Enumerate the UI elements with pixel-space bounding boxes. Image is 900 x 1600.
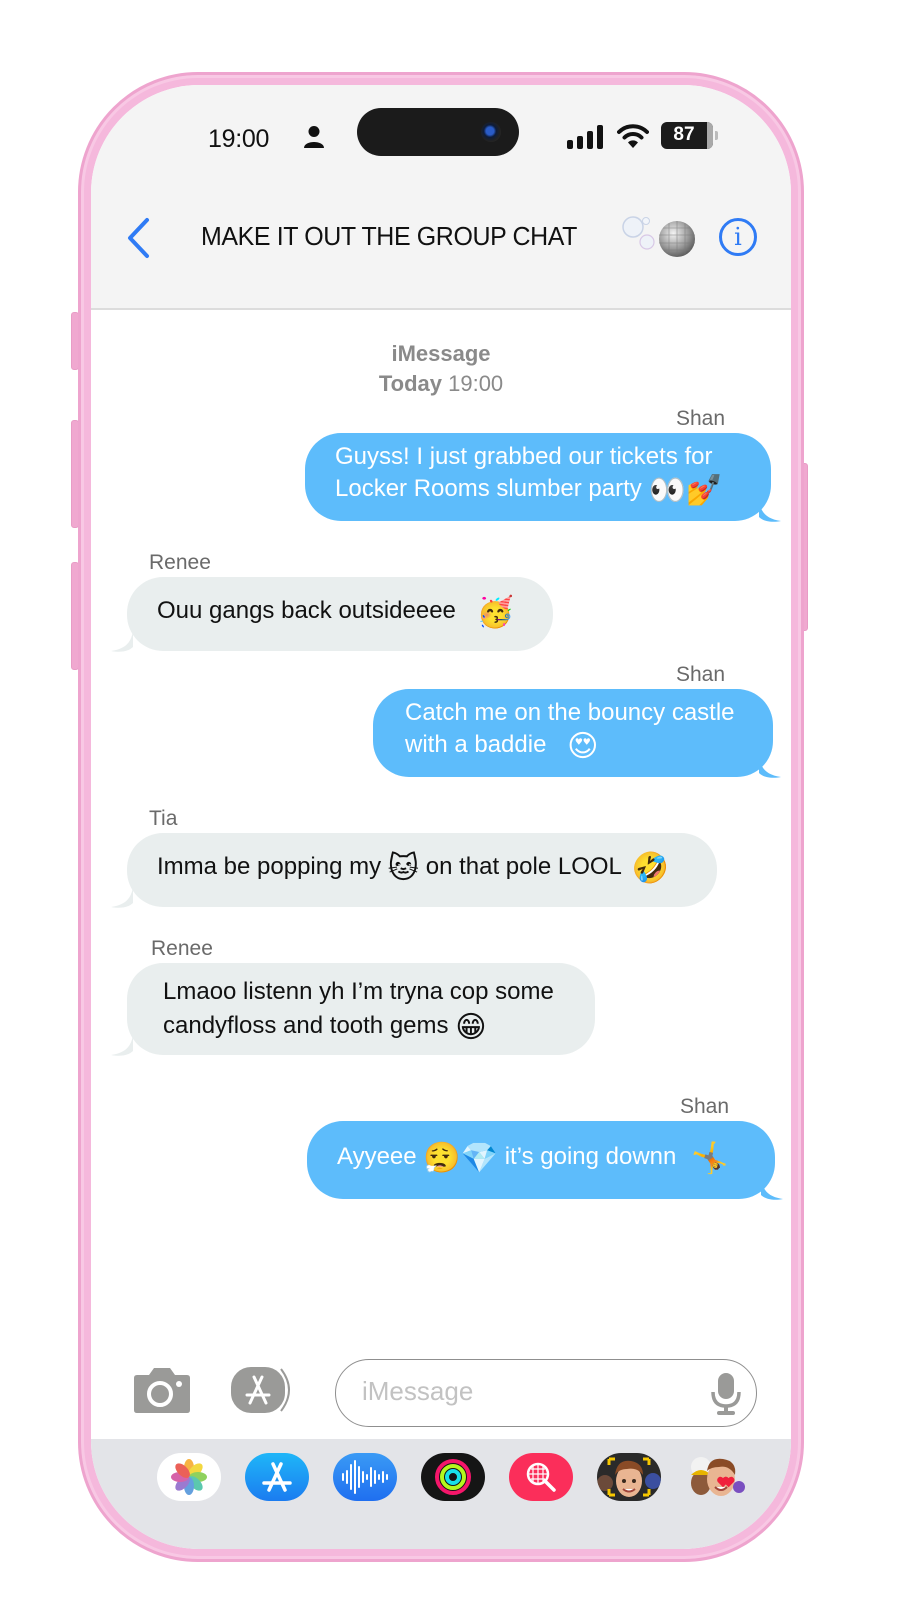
- camera-button[interactable]: [133, 1365, 191, 1413]
- memoji-icon: [597, 1457, 661, 1497]
- partying-face-emoji: 🥳: [476, 595, 514, 630]
- app-photos[interactable]: [157, 1453, 221, 1501]
- bubbles-mirror-ball-icon: [622, 216, 695, 257]
- battery-percent: 87: [673, 124, 695, 145]
- person-icon: [304, 126, 324, 148]
- thread-time-value: 19:00: [448, 371, 504, 396]
- rolling-laughing-emoji: 🤣: [631, 851, 670, 886]
- message-line: Guyss! I just grabbed our tickets for: [335, 443, 713, 470]
- dynamic-island: [357, 108, 519, 156]
- photos-icon: [171, 1459, 207, 1495]
- exhaling-face-gem-emoji: 😮‍💨💎: [423, 1141, 499, 1176]
- message-bubble-outgoing[interactable]: Ayyeee 😮‍💨💎 it’s going downn 🤸: [307, 1121, 775, 1199]
- sender-label: Renee: [149, 551, 211, 574]
- message-text: Ouu gangs back outsideeee: [157, 597, 456, 624]
- bubble-tail: [111, 631, 133, 652]
- sender-label: Renee: [151, 937, 213, 960]
- message-text-before: Ayyeee: [337, 1143, 417, 1170]
- battery-cap: [715, 131, 718, 140]
- thread-day: Today: [378, 371, 442, 396]
- sender-label: Shan: [675, 407, 725, 430]
- sender-label: Shan: [679, 1095, 729, 1118]
- message-bubble-incoming[interactable]: Lmaoo listenn yh I’m tryna cop some cand…: [127, 963, 595, 1055]
- wifi-icon: [617, 124, 649, 148]
- message-bubble-outgoing[interactable]: Catch me on the bouncy castle with a bad…: [373, 689, 773, 777]
- app-store-button[interactable]: [231, 1367, 293, 1413]
- heart-eyes-emoji: 😍: [567, 729, 599, 764]
- message-line-with-emoji: candyfloss and tooth gems 😁: [163, 1010, 487, 1045]
- message-bubble-incoming[interactable]: Ouu gangs back outsideeee 🥳: [127, 577, 553, 651]
- phone-frame: 19:00 87 MAKE IT OUT THE GROUP CHAT i iM…: [78, 72, 804, 1562]
- globe-search-icon: [526, 1462, 556, 1492]
- thread-service: iMessage: [391, 341, 491, 366]
- front-camera: [481, 122, 501, 142]
- message-bubble-incoming[interactable]: Imma be popping my 🐱 on that pole LOOL 🤣: [127, 833, 717, 907]
- screen: 19:00 87 MAKE IT OUT THE GROUP CHAT i iM…: [91, 85, 791, 1549]
- message-bubble-outgoing[interactable]: Guyss! I just grabbed our tickets for Lo…: [305, 433, 771, 521]
- app-audio-message[interactable]: [333, 1453, 397, 1501]
- thread-timestamp: Today 19:00: [91, 371, 791, 397]
- back-button[interactable]: [125, 217, 153, 259]
- status-time: 19:00: [208, 125, 270, 153]
- bubble-tail: [761, 1179, 783, 1200]
- sender-label: Shan: [675, 663, 725, 686]
- message-input-container: [335, 1359, 757, 1427]
- app-memoji[interactable]: [597, 1453, 661, 1501]
- memoji-stickers-icon: [691, 1457, 745, 1496]
- app-images-search[interactable]: [509, 1453, 573, 1501]
- waveform-icon: [342, 1460, 388, 1494]
- message-text-before: Imma be popping my: [157, 853, 382, 880]
- cat-face-emoji: 🐱: [387, 851, 420, 886]
- message-line-with-emoji: with a baddie 😍: [405, 729, 599, 764]
- message-text-after: it’s going downn: [504, 1143, 677, 1170]
- microphone-button[interactable]: [710, 1372, 742, 1416]
- app-store-icon: [262, 1462, 292, 1492]
- cartwheel-emoji: 🤸: [691, 1141, 729, 1176]
- thread-meta: iMessage Today 19:00: [91, 341, 791, 397]
- signal-icon: [567, 125, 603, 149]
- bubble-tail: [111, 1035, 133, 1056]
- message-input[interactable]: [362, 1376, 692, 1407]
- info-button[interactable]: i: [719, 218, 757, 256]
- message-line: Lmaoo listenn yh I’m tryna cop some: [163, 978, 554, 1005]
- activity-rings-icon: [435, 1459, 471, 1495]
- message-line: Catch me on the bouncy castle: [405, 699, 735, 726]
- app-memoji-stickers[interactable]: [685, 1453, 749, 1501]
- bubble-tail: [759, 757, 781, 778]
- bubble-tail: [111, 887, 133, 908]
- header: 19:00 87 MAKE IT OUT THE GROUP CHAT i: [91, 85, 791, 310]
- sender-label: Tia: [149, 807, 178, 830]
- battery-empty-portion: [707, 122, 713, 149]
- chat-title[interactable]: MAKE IT OUT THE GROUP CHAT: [201, 221, 577, 252]
- eyes-nails-emoji: 👀💅: [648, 473, 724, 508]
- battery-icon: 87: [661, 122, 713, 149]
- message-text-after: on that pole LOOL: [425, 853, 621, 880]
- app-activity[interactable]: [421, 1453, 485, 1501]
- bubble-tail: [759, 501, 781, 522]
- app-app-store[interactable]: [245, 1453, 309, 1501]
- grinning-emoji: 😁: [455, 1010, 487, 1045]
- app-strip: [91, 1439, 791, 1549]
- message-line-with-emoji: Locker Rooms slumber party 👀💅: [335, 473, 724, 508]
